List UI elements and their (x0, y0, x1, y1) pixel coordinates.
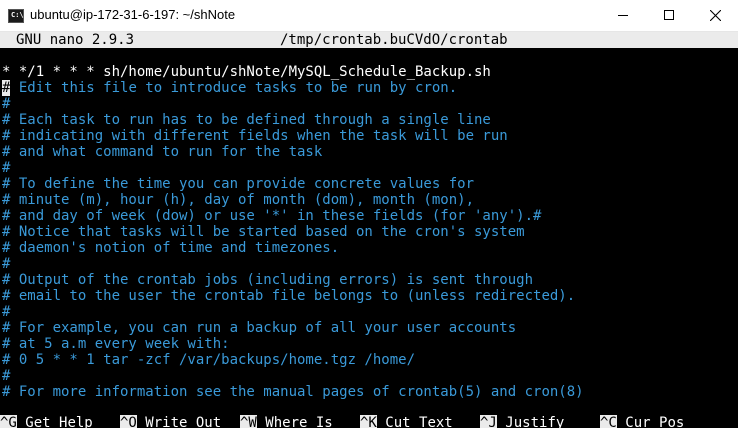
editor-line[interactable]: # Notice that tasks will be started base… (2, 224, 738, 240)
terminal-area[interactable]: GNU nano 2.9.3 /tmp/crontab.buCVdO/cront… (0, 32, 738, 428)
shortcut-label: Justify (505, 415, 565, 428)
shortcut-key: ^J (480, 415, 497, 428)
editor-line[interactable]: # To define the time you can provide con… (2, 176, 738, 192)
editor-line[interactable]: # (2, 96, 738, 112)
editor-line[interactable]: # indicating with different fields when … (2, 128, 738, 144)
shortcut-label: Cur Pos (625, 415, 685, 428)
editor-line[interactable]: # Output of the crontab jobs (including … (2, 272, 738, 288)
shortcut-get-help[interactable]: ^G Get Help (0, 415, 93, 428)
editor-line[interactable]: # and what command to run for the task (2, 144, 738, 160)
title-bar[interactable]: C:\ ubuntu@ip-172-31-6-197: ~/shNote (0, 0, 738, 32)
shortcut-key: ^O (120, 415, 137, 428)
editor-line[interactable]: # (2, 304, 738, 320)
shortcut-label: Cut Text (385, 415, 453, 428)
editor-line[interactable]: # (2, 368, 738, 384)
editor-line[interactable]: # Each task to run has to be defined thr… (2, 112, 738, 128)
minimize-button[interactable] (600, 0, 646, 31)
window-title: ubuntu@ip-172-31-6-197: ~/shNote (30, 7, 236, 22)
shortcut-key: ^K (360, 415, 377, 428)
shortcut-label: Get Help (25, 415, 93, 428)
editor-line[interactable]: # minute (m), hour (h), day of month (do… (2, 192, 738, 208)
editor-line[interactable]: * */1 * * * sh/home/ubuntu/shNote/MySQL_… (2, 64, 738, 80)
shortcut-key: ^C (600, 415, 617, 428)
maximize-button[interactable] (646, 0, 692, 31)
shortcut-bar: ^G Get Help ^O Write Out ^W Where Is ^K … (0, 415, 738, 428)
editor-line[interactable]: # For more information see the manual pa… (2, 384, 738, 400)
shortcut-label: Where Is (265, 415, 333, 428)
editor-line-text: Edit this file to introduce tasks to be … (10, 80, 458, 96)
editor-line[interactable]: # 0 5 * * 1 tar -zcf /var/backups/home.t… (2, 352, 738, 368)
close-button[interactable] (692, 0, 738, 31)
terminal-icon: C:\ (8, 9, 24, 23)
close-icon (710, 10, 721, 21)
editor-line[interactable]: # For example, you can run a backup of a… (2, 320, 738, 336)
shortcut-key: ^W (240, 415, 257, 428)
nano-file-path: /tmp/crontab.buCVdO/crontab (280, 32, 508, 48)
editor-line[interactable]: # and day of week (dow) or use '*' in th… (2, 208, 738, 224)
editor-line[interactable]: # Edit this file to introduce tasks to b… (2, 80, 738, 96)
shortcut-cut-text[interactable]: ^K Cut Text (360, 415, 453, 428)
shortcut-key: ^G (0, 415, 17, 428)
shortcut-where-is[interactable]: ^W Where Is (240, 415, 333, 428)
editor-line[interactable]: # (2, 160, 738, 176)
shortcut-justify[interactable]: ^J Justify (480, 415, 564, 428)
nano-version: GNU nano 2.9.3 (16, 32, 135, 48)
shortcut-cur-pos[interactable]: ^C Cur Pos (600, 415, 684, 428)
editor-line[interactable]: # at 5 a.m every week with: (2, 336, 738, 352)
shortcut-write-out[interactable]: ^O Write Out (120, 415, 221, 428)
editor-line[interactable]: # daemon's notion of time and timezones. (2, 240, 738, 256)
nano-header-bar: GNU nano 2.9.3 /tmp/crontab.buCVdO/cront… (0, 32, 738, 48)
editor-line[interactable]: # email to the user the crontab file bel… (2, 288, 738, 304)
shortcut-label: Write Out (145, 415, 222, 428)
editor-line[interactable]: # (2, 256, 738, 272)
